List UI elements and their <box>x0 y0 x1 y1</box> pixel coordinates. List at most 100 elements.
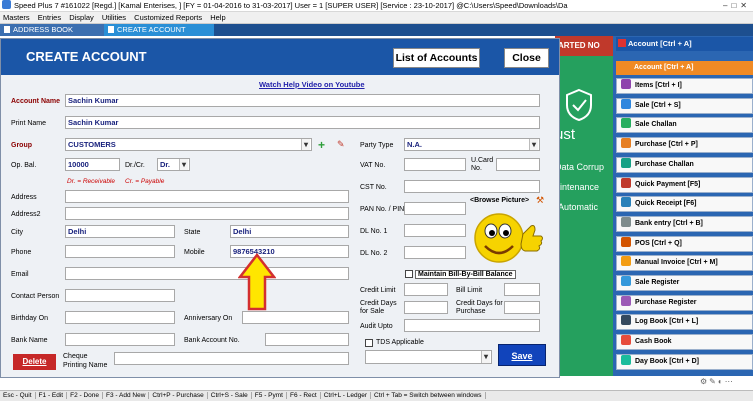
city-input[interactable]: Delhi <box>65 225 175 238</box>
shield-icon <box>566 88 592 122</box>
party-type-select[interactable]: N.A. <box>404 138 540 151</box>
menu-display[interactable]: Display <box>69 13 94 22</box>
menu-masters[interactable]: Masters <box>3 13 30 22</box>
list-of-accounts-button[interactable]: List of Accounts <box>393 48 480 68</box>
right-item-purchase-register[interactable]: Purchase Register <box>616 294 753 311</box>
bill-limit-input[interactable] <box>504 283 540 296</box>
credit-days-sale-input[interactable] <box>404 301 448 314</box>
state-input[interactable]: Delhi <box>230 225 349 238</box>
tds-checkbox[interactable] <box>365 339 373 347</box>
tds-select[interactable] <box>365 350 492 364</box>
credit-limit-label: Credit Limit <box>360 287 396 294</box>
right-item-account-selected[interactable]: Account [Ctrl + A] <box>616 61 753 75</box>
address-input[interactable] <box>65 190 349 203</box>
right-item-manual-invoice-ctrl-m[interactable]: Manual Invoice [Ctrl + M] <box>616 255 753 272</box>
dl-no-1-label: DL No. 1 <box>360 228 388 235</box>
close-button[interactable]: Close <box>504 48 549 68</box>
dl-no-2-input[interactable] <box>404 246 466 259</box>
menu-entries[interactable]: Entries <box>38 13 61 22</box>
menu-item-icon <box>621 315 631 326</box>
credit-days-sale-label: Credit Days for Sale <box>360 300 397 315</box>
pan-no-input[interactable] <box>404 202 466 215</box>
delete-button[interactable]: Delete <box>13 354 56 370</box>
email-input[interactable] <box>65 267 349 280</box>
tds-label: TDS Applicable <box>376 339 424 346</box>
menu-item-icon <box>621 216 631 227</box>
right-item-quick-receipt-f6[interactable]: Quick Receipt [F6] <box>616 196 753 213</box>
group-select[interactable]: CUSTOMERS <box>65 138 312 151</box>
cheque-printing-name-input[interactable] <box>114 352 349 365</box>
background-text-3: aintenance <box>555 182 600 192</box>
right-item-quick-payment-f5[interactable]: Quick Payment [F5] <box>616 176 753 193</box>
right-item-bank-entry-ctrl-b[interactable]: Bank entry [Ctrl + B] <box>616 215 753 232</box>
op-bal-input[interactable]: 10000 <box>65 158 120 171</box>
drcr-select[interactable]: Dr. <box>157 158 190 171</box>
help-video-link[interactable]: Watch Help Video on Youtube <box>259 80 365 89</box>
app-icon <box>2 0 11 9</box>
smiley-thumbs-up-icon <box>474 213 543 263</box>
ucard-no-input[interactable] <box>496 158 540 171</box>
menu-item-icon <box>621 335 631 346</box>
phone-input[interactable] <box>65 245 175 258</box>
menu-item-icon <box>621 157 631 168</box>
tab-address-book[interactable]: ADDRESS BOOK <box>0 24 104 36</box>
audit-upto-input[interactable] <box>404 319 540 332</box>
menu-utilities[interactable]: Utilities <box>102 13 126 22</box>
drcr-label: Dr./Cr. <box>125 162 145 169</box>
vat-no-input[interactable] <box>404 158 466 171</box>
document-icon <box>108 26 114 33</box>
party-type-label: Party Type <box>360 142 394 149</box>
birthday-label: Birthday On <box>11 315 48 322</box>
dl-no-1-input[interactable] <box>404 224 466 237</box>
print-name-label: Print Name <box>11 120 47 127</box>
ucard-no-label: U.Card No. <box>471 157 494 172</box>
tab-create-account[interactable]: CREATE ACCOUNT <box>104 24 214 36</box>
print-name-input[interactable]: Sachin Kumar <box>65 116 540 129</box>
menu-customized-reports[interactable]: Customized Reports <box>134 13 202 22</box>
audit-upto-label: Audit Upto <box>360 323 393 330</box>
credit-days-purchase-input[interactable] <box>504 301 540 314</box>
email-label: Email <box>11 271 29 278</box>
maintain-bill-checkbox[interactable] <box>405 270 413 278</box>
address2-input[interactable] <box>65 207 349 220</box>
edit-group-icon[interactable]: ✎ <box>337 139 345 150</box>
right-item-pos-ctrl-q[interactable]: POS [Ctrl + Q] <box>616 235 753 252</box>
background-text-4: Automatic <box>558 202 599 212</box>
maintain-bill-label: Maintain Bill-By-Bill Balance <box>415 270 516 279</box>
bank-name-input[interactable] <box>65 333 175 346</box>
status-item: Ctrl+P - Purchase <box>149 392 208 399</box>
right-item-day-book-ctrl-d[interactable]: Day Book [Ctrl + D] <box>616 353 753 370</box>
menu-help[interactable]: Help <box>210 13 225 22</box>
menu-item-icon <box>621 177 631 188</box>
bank-account-input[interactable] <box>265 333 349 346</box>
right-item-sale-register[interactable]: Sale Register <box>616 275 753 291</box>
account-name-input[interactable]: Sachin Kumar <box>65 94 540 107</box>
tray-icons[interactable]: ⚙✎◐⋯ <box>700 377 753 389</box>
menu-item-icon <box>621 79 631 89</box>
window-title: Speed Plus 7 #161022 [Regd.] [Kamal Ente… <box>14 1 568 10</box>
window-controls[interactable]: –□✕ <box>723 0 751 12</box>
right-item-items-ctrl-i[interactable]: Items [Ctrl + I] <box>616 78 753 94</box>
right-item-sale-challan[interactable]: Sale Challan <box>616 117 753 134</box>
address-label: Address <box>11 194 37 201</box>
add-group-icon[interactable]: + <box>318 138 325 152</box>
right-item-purchase-challan[interactable]: Purchase Challan <box>616 156 753 173</box>
right-item-sale-ctrl-s[interactable]: Sale [Ctrl + S] <box>616 97 753 114</box>
browse-picture-link[interactable]: <Browse Picture> <box>470 197 529 204</box>
right-panel-header[interactable]: Account [Ctrl + A] <box>616 37 753 51</box>
birthday-input[interactable] <box>65 311 175 324</box>
contact-person-input[interactable] <box>65 289 175 302</box>
anniversary-input[interactable] <box>242 311 349 324</box>
right-item-log-book-ctrl-l[interactable]: Log Book [Ctrl + L] <box>616 314 753 331</box>
vat-no-label: VAT No. <box>360 162 386 169</box>
right-item-purchase-ctrl-p[interactable]: Purchase [Ctrl + P] <box>616 137 753 154</box>
status-bar: Esc - Quit F1 - Edit F2 - Done F3 - Add New… <box>0 390 753 401</box>
cst-no-input[interactable] <box>404 180 540 193</box>
save-button[interactable]: Save <box>498 344 546 366</box>
status-item: F6 - Rect <box>286 392 321 399</box>
credit-limit-input[interactable] <box>404 283 448 296</box>
right-item-cash-book[interactable]: Cash Book <box>616 334 753 351</box>
status-item: Esc - Quit <box>0 392 36 399</box>
cst-no-label: CST No. <box>360 184 387 191</box>
status-item: F5 - Pymt <box>251 392 287 399</box>
